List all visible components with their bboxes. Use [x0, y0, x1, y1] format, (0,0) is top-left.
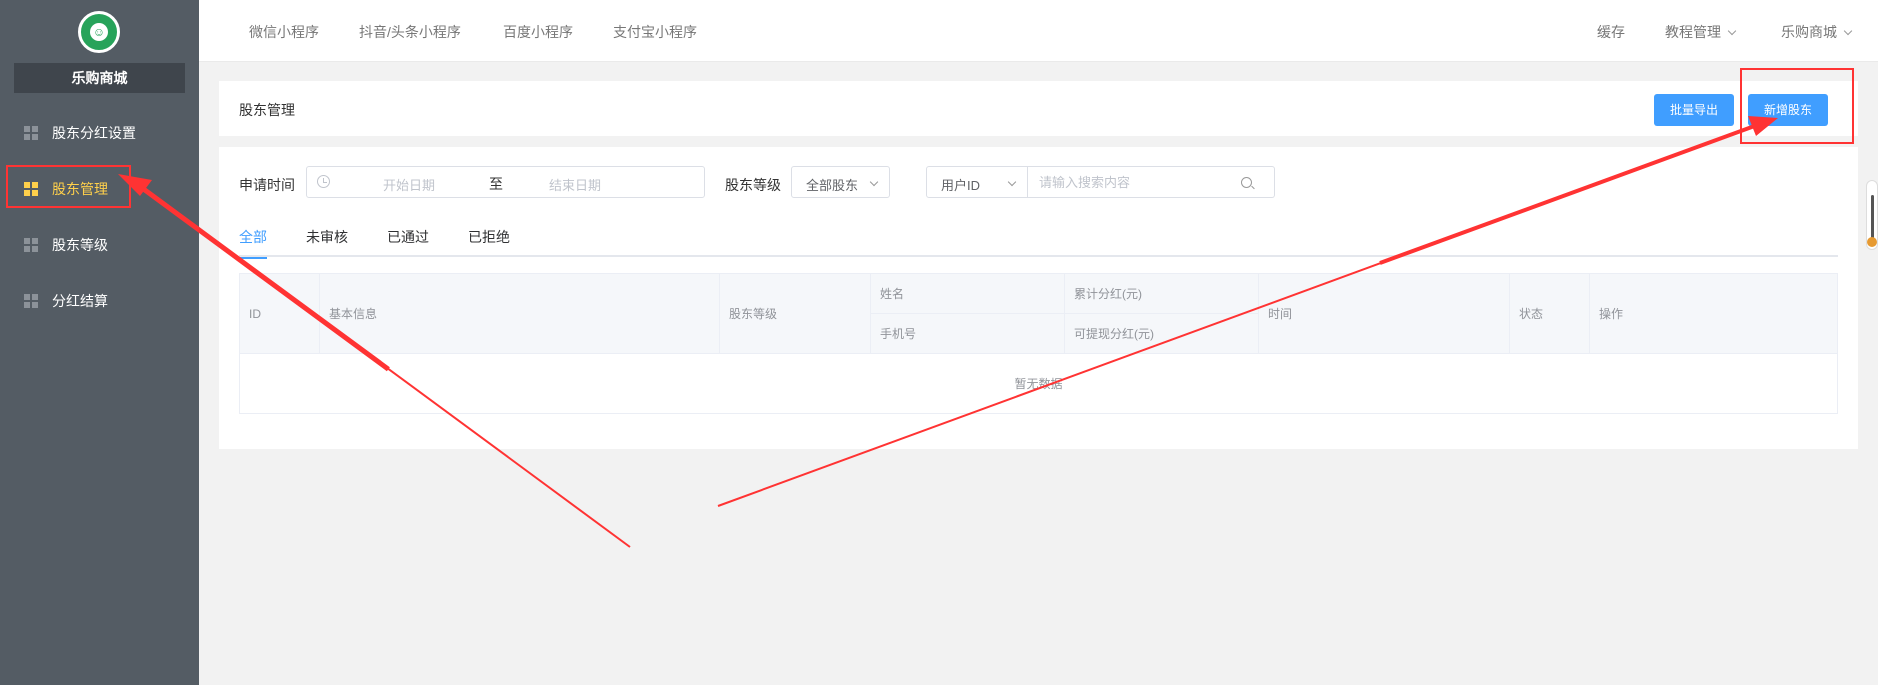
tutorial-menu[interactable]: 教程管理	[1665, 22, 1737, 42]
store-menu[interactable]: 乐购商城	[1781, 22, 1853, 42]
annotation-box-add-button	[1740, 68, 1854, 144]
logo-icon: ☺	[90, 23, 108, 41]
column-header-level: 股东等级	[719, 273, 871, 354]
grid-icon	[24, 126, 38, 140]
sidebar-item-label: 分红结算	[52, 293, 108, 309]
grid-icon	[24, 238, 38, 252]
column-header-time: 时间	[1258, 273, 1510, 354]
column-header-actions: 操作	[1589, 273, 1838, 354]
column-header-total-dividend: 累计分红(元)	[1064, 273, 1259, 314]
level-label: 股东等级	[725, 177, 781, 193]
column-header-withdrawable-dividend: 可提现分红(元)	[1064, 313, 1259, 354]
start-date-input[interactable]: 开始日期	[383, 175, 435, 194]
sidebar-item-label: 股东分红设置	[52, 125, 136, 141]
tab-approved[interactable]: 已通过	[387, 227, 429, 257]
sidebar-item-label: 股东等级	[52, 237, 108, 253]
column-header-id: ID	[239, 273, 320, 354]
search-field-value: 用户ID	[941, 178, 981, 193]
sidebar: ☺ 乐购商城 股东分红设置 股东管理 股东等级 分红结算	[0, 0, 199, 685]
page-header: 股东管理 批量导出 新增股东	[219, 81, 1858, 136]
tutorial-label: 教程管理	[1665, 24, 1721, 40]
shareholder-table: ID 基本信息 股东等级 姓名 累计分红(元) 时间 状态 操作 手机号 可提现…	[239, 273, 1838, 414]
annotation-box-sidebar	[6, 165, 131, 208]
page-title: 股东管理	[239, 102, 295, 118]
level-select-value: 全部股东	[806, 178, 859, 193]
level-select[interactable]: 全部股东	[791, 166, 890, 198]
search-box	[1027, 166, 1275, 198]
store-logo[interactable]: ☺	[78, 11, 120, 53]
empty-state: 暂无数据	[239, 353, 1838, 414]
column-header-status: 状态	[1509, 273, 1590, 354]
clock-icon	[317, 175, 330, 188]
tab-rejected[interactable]: 已拒绝	[468, 227, 510, 257]
tab-all[interactable]: 全部	[239, 227, 267, 259]
end-date-input[interactable]: 结束日期	[549, 175, 601, 194]
batch-export-button[interactable]: 批量导出	[1654, 94, 1734, 126]
sidebar-item-dividend-settings[interactable]: 股东分红设置	[0, 113, 199, 153]
chevron-down-icon	[1727, 26, 1737, 36]
chevron-down-icon	[1007, 177, 1017, 187]
topnav-douyin-miniprogram[interactable]: 抖音/头条小程序	[359, 22, 461, 42]
topnav-baidu-miniprogram[interactable]: 百度小程序	[503, 22, 573, 42]
apply-time-label: 申请时间	[239, 177, 295, 193]
scroll-knob-icon	[1867, 237, 1877, 247]
range-separator: 至	[489, 176, 503, 192]
sidebar-item-dividend-settlement[interactable]: 分红结算	[0, 281, 199, 321]
search-icon[interactable]	[1241, 177, 1252, 188]
sidebar-item-shareholder-level[interactable]: 股东等级	[0, 225, 199, 265]
topnav-alipay-miniprogram[interactable]: 支付宝小程序	[613, 22, 697, 42]
column-header-name: 姓名	[870, 273, 1065, 314]
main-panel: 申请时间 开始日期 至 结束日期 股东等级 全部股东 用户ID 全部 未审核 已…	[219, 147, 1858, 449]
tab-pending[interactable]: 未审核	[306, 227, 348, 257]
column-header-basic-info: 基本信息	[319, 273, 720, 354]
store-label: 乐购商城	[1781, 24, 1837, 40]
column-header-phone: 手机号	[870, 313, 1065, 354]
grid-icon	[24, 294, 38, 308]
top-navbar: 微信小程序 抖音/头条小程序 百度小程序 支付宝小程序 缓存 教程管理 乐购商城	[199, 0, 1878, 62]
search-field-select[interactable]: 用户ID	[926, 166, 1028, 198]
search-input[interactable]	[1039, 172, 1239, 192]
status-tabs: 全部 未审核 已通过 已拒绝	[239, 227, 1838, 259]
cache-link[interactable]: 缓存	[1597, 22, 1625, 42]
topnav-wechat-miniprogram[interactable]: 微信小程序	[249, 22, 319, 42]
chevron-down-icon	[1843, 26, 1853, 36]
chevron-down-icon	[869, 177, 879, 187]
date-range-picker[interactable]: 开始日期 至 结束日期	[306, 166, 705, 198]
store-name: 乐购商城	[14, 63, 185, 93]
